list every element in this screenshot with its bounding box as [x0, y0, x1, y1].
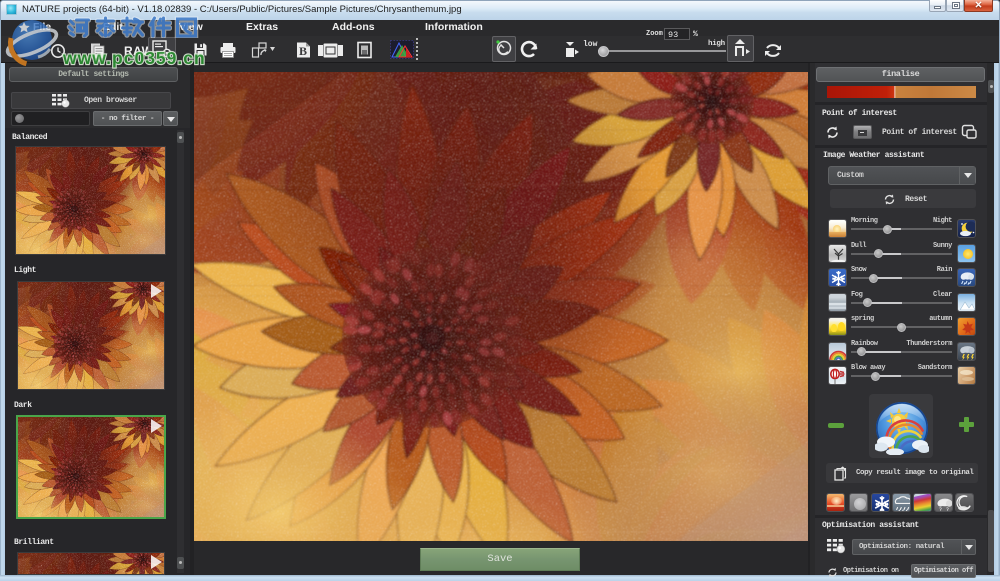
svg-text:? ? ?: ? ? ?	[938, 508, 952, 512]
svg-text:B: B	[299, 44, 307, 58]
svg-text:www.pc0359.cn: www.pc0359.cn	[62, 48, 206, 68]
